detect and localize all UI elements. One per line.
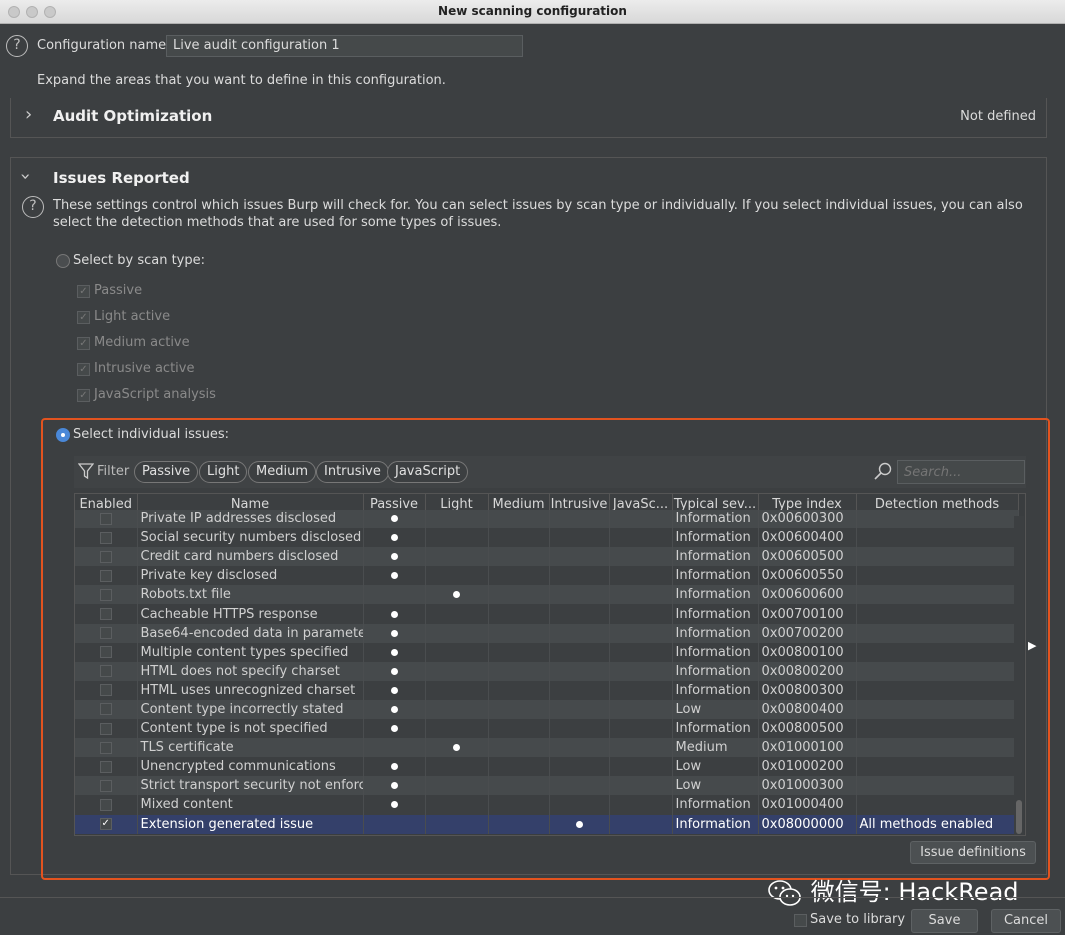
scan-type-checkbox[interactable]: ✓ <box>77 389 90 402</box>
scan-type-checkbox[interactable]: ✓ <box>77 337 90 350</box>
scan-type-checkbox[interactable]: ✓ <box>77 285 90 298</box>
scan-type-label: Intrusive active <box>94 361 195 376</box>
config-name-input[interactable]: Live audit configuration 1 <box>166 35 523 57</box>
help-icon[interactable]: ? <box>6 35 28 57</box>
watermark: 微信号: HackRead <box>767 872 1065 906</box>
watermark-text: 微信号: HackRead <box>810 878 1019 906</box>
title-bar: New scanning configuration <box>0 0 1065 24</box>
scan-type-checkbox[interactable]: ✓ <box>77 311 90 324</box>
scan-type-label: Medium active <box>94 335 190 350</box>
scan-type-label: Passive <box>94 283 143 298</box>
highlight-box <box>41 418 1050 880</box>
issues-reported-title: Issues Reported <box>53 169 190 187</box>
audit-optimization-section[interactable]: › Audit Optimization Not defined <box>10 98 1047 138</box>
select-by-scan-type-label: Select by scan type: <box>73 253 205 268</box>
config-name-label: Configuration name: <box>37 38 171 53</box>
cancel-button[interactable]: Cancel <box>991 909 1061 933</box>
scan-type-label: Light active <box>94 309 171 324</box>
select-by-scan-type-radio[interactable] <box>56 254 70 268</box>
config-hint: Expand the areas that you want to define… <box>37 73 446 88</box>
chevron-right-icon[interactable]: › <box>25 104 32 125</box>
scan-type-label: JavaScript analysis <box>94 387 216 402</box>
audit-optimization-title: Audit Optimization <box>53 107 213 125</box>
audit-optimization-status: Not defined <box>960 109 1036 124</box>
window-title: New scanning configuration <box>438 4 627 18</box>
save-button[interactable]: Save <box>911 909 978 933</box>
scan-type-checkbox[interactable]: ✓ <box>77 363 90 376</box>
issues-description: These settings control which issues Burp… <box>53 198 1023 230</box>
issues-help-icon[interactable]: ? <box>22 196 44 218</box>
save-to-library-checkbox[interactable] <box>794 914 807 927</box>
wechat-icon <box>768 880 801 906</box>
chevron-down-icon[interactable]: › <box>15 173 36 180</box>
save-to-library-label: Save to library <box>810 912 906 927</box>
